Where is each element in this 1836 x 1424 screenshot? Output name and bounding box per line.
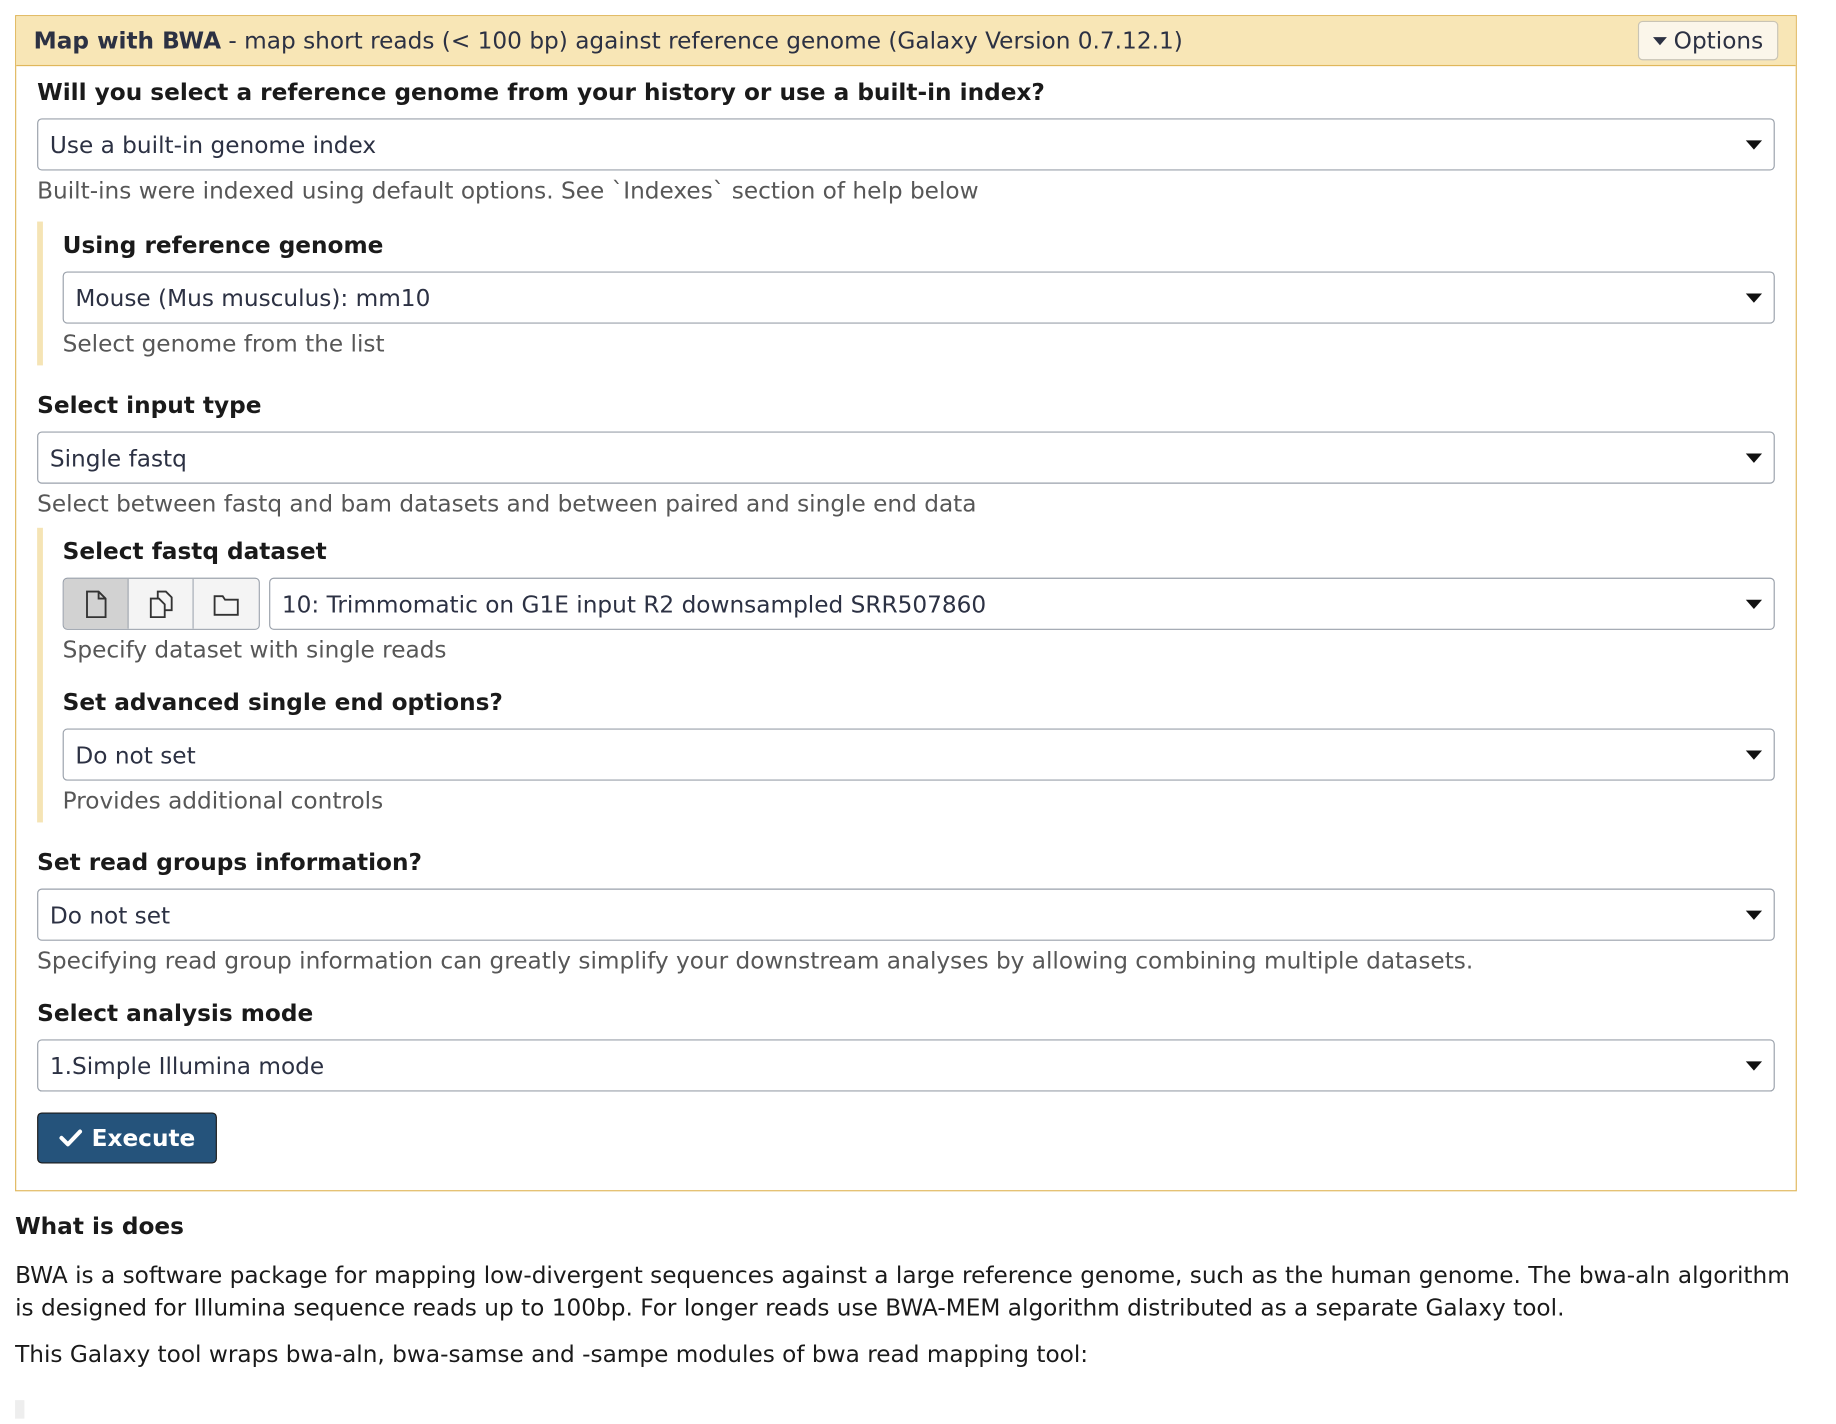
tool-name: Map with BWA — [33, 26, 222, 55]
input-type-field: Select input type Single fastq Select be… — [37, 391, 1775, 519]
reference-source-label: Will you select a reference genome from … — [37, 77, 1045, 106]
reference-genome-value: Mouse (Mus musculus): mm10 — [75, 283, 431, 312]
reference-genome-label: Using reference genome — [62, 230, 384, 259]
tool-header: Map with BWA - map short reads (< 100 bp… — [16, 16, 1796, 67]
dropdown-caret-icon — [1745, 452, 1763, 463]
advanced-se-value: Do not set — [75, 740, 196, 769]
fastq-dataset-label: Select fastq dataset — [62, 537, 327, 565]
reference-source-value: Use a built-in genome index — [49, 130, 377, 159]
folder-icon — [213, 594, 239, 616]
tool-form-body: Will you select a reference genome from … — [16, 66, 1795, 1164]
dropdown-caret-icon — [1745, 910, 1763, 920]
analysis-mode-label: Select analysis mode — [37, 998, 314, 1027]
file-icon — [85, 590, 106, 618]
dropdown-caret-icon — [1745, 292, 1763, 303]
input-type-select[interactable]: Single fastq — [37, 431, 1775, 484]
reference-source-field: Will you select a reference genome from … — [37, 78, 1775, 206]
dropdown-caret-icon — [1745, 139, 1763, 150]
analysis-mode-field: Select analysis mode 1.Simple Illumina m… — [37, 999, 1775, 1092]
read-groups-select[interactable]: Do not set — [37, 888, 1775, 941]
page: Map with BWA - map short reads (< 100 bp… — [0, 0, 1817, 1424]
check-icon — [59, 1129, 83, 1147]
advanced-se-help: Provides additional controls — [62, 786, 384, 815]
read-groups-field: Set read groups information? Do not set … — [37, 848, 1775, 976]
execute-button[interactable]: Execute — [37, 1112, 218, 1164]
options-button[interactable]: Options — [1637, 20, 1779, 61]
dataset-collection-button[interactable] — [193, 578, 259, 629]
files-icon — [149, 590, 173, 618]
fastq-dataset-row: 10: Trimmomatic on G1E input R2 downsamp… — [62, 577, 1775, 630]
advanced-se-select[interactable]: Do not set — [62, 728, 1775, 781]
input-type-help: Select between fastq and bam datasets an… — [37, 489, 977, 518]
read-groups-help: Specifying read group information can gr… — [37, 946, 1474, 975]
help-paragraph-1: BWA is a software package for mapping lo… — [15, 1260, 1790, 1322]
reference-source-help: Built-ins were indexed using default opt… — [37, 176, 979, 205]
caret-down-icon — [1652, 36, 1667, 45]
tool-form: Map with BWA - map short reads (< 100 bp… — [15, 15, 1797, 1192]
help-paragraph-2: This Galaxy tool wraps bwa-aln, bwa-sams… — [15, 1339, 1089, 1368]
reference-genome-help: Select genome from the list — [62, 329, 385, 358]
tool-description: - map short reads (< 100 bp) against ref… — [228, 26, 1183, 55]
reference-source-select[interactable]: Use a built-in genome index — [37, 118, 1775, 171]
tool-help: What is does BWA is a software package f… — [15, 1210, 1811, 1384]
analysis-mode-select[interactable]: 1.Simple Illumina mode — [37, 1039, 1775, 1092]
help-heading: What is does — [15, 1212, 184, 1241]
options-label: Options — [1673, 26, 1764, 55]
reference-genome-select[interactable]: Mouse (Mus musculus): mm10 — [62, 271, 1775, 324]
fastq-dataset-help: Specify dataset with single reads — [62, 635, 447, 664]
dropdown-caret-icon — [1745, 599, 1763, 609]
dropdown-caret-icon — [1745, 1060, 1763, 1071]
input-type-label: Select input type — [37, 390, 262, 419]
fastq-dataset-value: 10: Trimmomatic on G1E input R2 downsamp… — [281, 589, 987, 618]
fastq-dataset-field: Select fastq dataset 10: Trimmomatic on … — [62, 537, 1775, 665]
dropdown-caret-icon — [1745, 749, 1763, 760]
read-groups-value: Do not set — [49, 900, 171, 929]
multiple-datasets-button[interactable] — [128, 578, 194, 629]
input-type-value: Single fastq — [49, 443, 187, 472]
single-dataset-button[interactable] — [63, 578, 129, 629]
fastq-dataset-select[interactable]: 10: Trimmomatic on G1E input R2 downsamp… — [269, 577, 1775, 630]
read-groups-label: Set read groups information? — [37, 847, 422, 876]
advanced-se-label: Set advanced single end options? — [62, 687, 503, 716]
dataset-mode-buttons — [62, 577, 260, 630]
execute-label: Execute — [91, 1124, 196, 1152]
tool-title: Map with BWA - map short reads (< 100 bp… — [34, 27, 1183, 55]
code-block-edge — [15, 1400, 25, 1419]
reference-conditional: Using reference genome Mouse (Mus muscul… — [37, 221, 1775, 366]
advanced-se-field: Set advanced single end options? Do not … — [62, 687, 1775, 816]
input-conditional: Select fastq dataset 10: Trimmomatic on … — [37, 527, 1775, 823]
analysis-mode-value: 1.Simple Illumina mode — [49, 1051, 325, 1080]
